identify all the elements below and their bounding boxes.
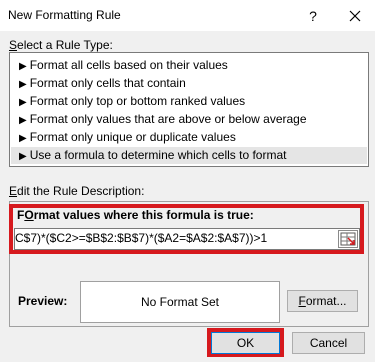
rule-item-label: Format only top or bottom ranked values bbox=[29, 94, 246, 108]
preview-text: No Format Set bbox=[140, 295, 220, 309]
close-button[interactable] bbox=[340, 0, 370, 31]
rule-item-selected[interactable]: ▶ Use a formula to determine which cells … bbox=[11, 147, 367, 164]
ok-button-label: OK bbox=[236, 336, 255, 350]
rule-item-label: Format only cells that contain bbox=[29, 76, 186, 90]
cancel-button-label: Cancel bbox=[309, 336, 348, 350]
format-button-accel: F bbox=[298, 294, 306, 308]
collapse-dialog-button[interactable] bbox=[338, 230, 358, 248]
rule-item[interactable]: ▶ Format all cells based on their values bbox=[11, 57, 367, 74]
ok-button[interactable]: OK bbox=[211, 332, 280, 354]
rule-item-label: Format only values that are above or bel… bbox=[29, 112, 307, 126]
preview-label: Preview: bbox=[18, 294, 68, 308]
help-icon: ? bbox=[309, 7, 317, 24]
rule-type-label-rest: elect a Rule Type: bbox=[17, 38, 113, 52]
bullet-triangle-icon: ▶ bbox=[19, 97, 27, 108]
formula-label-accel: O bbox=[24, 208, 34, 222]
rule-item-label: Format all cells based on their values bbox=[29, 58, 228, 72]
bullet-triangle-icon: ▶ bbox=[19, 133, 27, 144]
bullet-triangle-icon: ▶ bbox=[19, 115, 27, 126]
description-label-rest: dit the Rule Description: bbox=[17, 184, 145, 198]
rule-item[interactable]: ▶ Format only top or bottom ranked values bbox=[11, 93, 367, 110]
rule-item[interactable]: ▶ Format only values that are above or be… bbox=[11, 111, 367, 128]
title-bar: New Formatting Rule ? bbox=[0, 0, 375, 31]
range-select-icon bbox=[340, 232, 356, 246]
close-icon bbox=[349, 10, 361, 21]
help-button[interactable]: ? bbox=[302, 0, 324, 31]
rule-type-list[interactable]: ▶ Format all cells based on their values … bbox=[9, 52, 369, 167]
formula-label: FOrmat values where this formula is true… bbox=[17, 208, 254, 222]
formula-value[interactable]: C$7)*($C2>=$B$2:$B$7)*($A2=$A$2:$A$7))>1 bbox=[15, 231, 335, 245]
bullet-triangle-icon: ▶ bbox=[19, 61, 27, 72]
description-label-accel: E bbox=[9, 184, 18, 198]
cancel-button[interactable]: Cancel bbox=[292, 332, 365, 354]
window-title: New Formatting Rule bbox=[8, 8, 121, 22]
rule-item[interactable]: ▶ Format only cells that contain bbox=[11, 75, 367, 92]
rule-type-label-accel: S bbox=[9, 38, 18, 52]
format-button-rest: ormat... bbox=[305, 294, 347, 308]
bullet-triangle-icon: ▶ bbox=[19, 151, 27, 162]
rule-item-label: Format only unique or duplicate values bbox=[29, 130, 236, 144]
format-preview: No Format Set bbox=[80, 281, 280, 323]
rule-item-label: Use a formula to determine which cells t… bbox=[29, 148, 287, 162]
rule-item[interactable]: ▶ Format only unique or duplicate values bbox=[11, 129, 367, 146]
rule-type-label: Select a Rule Type: bbox=[9, 38, 113, 52]
format-button[interactable]: Format... bbox=[287, 290, 358, 312]
description-label: Edit the Rule Description: bbox=[9, 184, 144, 198]
formula-label-rest: rmat values where this formula is true: bbox=[33, 208, 254, 222]
bullet-triangle-icon: ▶ bbox=[19, 79, 27, 90]
